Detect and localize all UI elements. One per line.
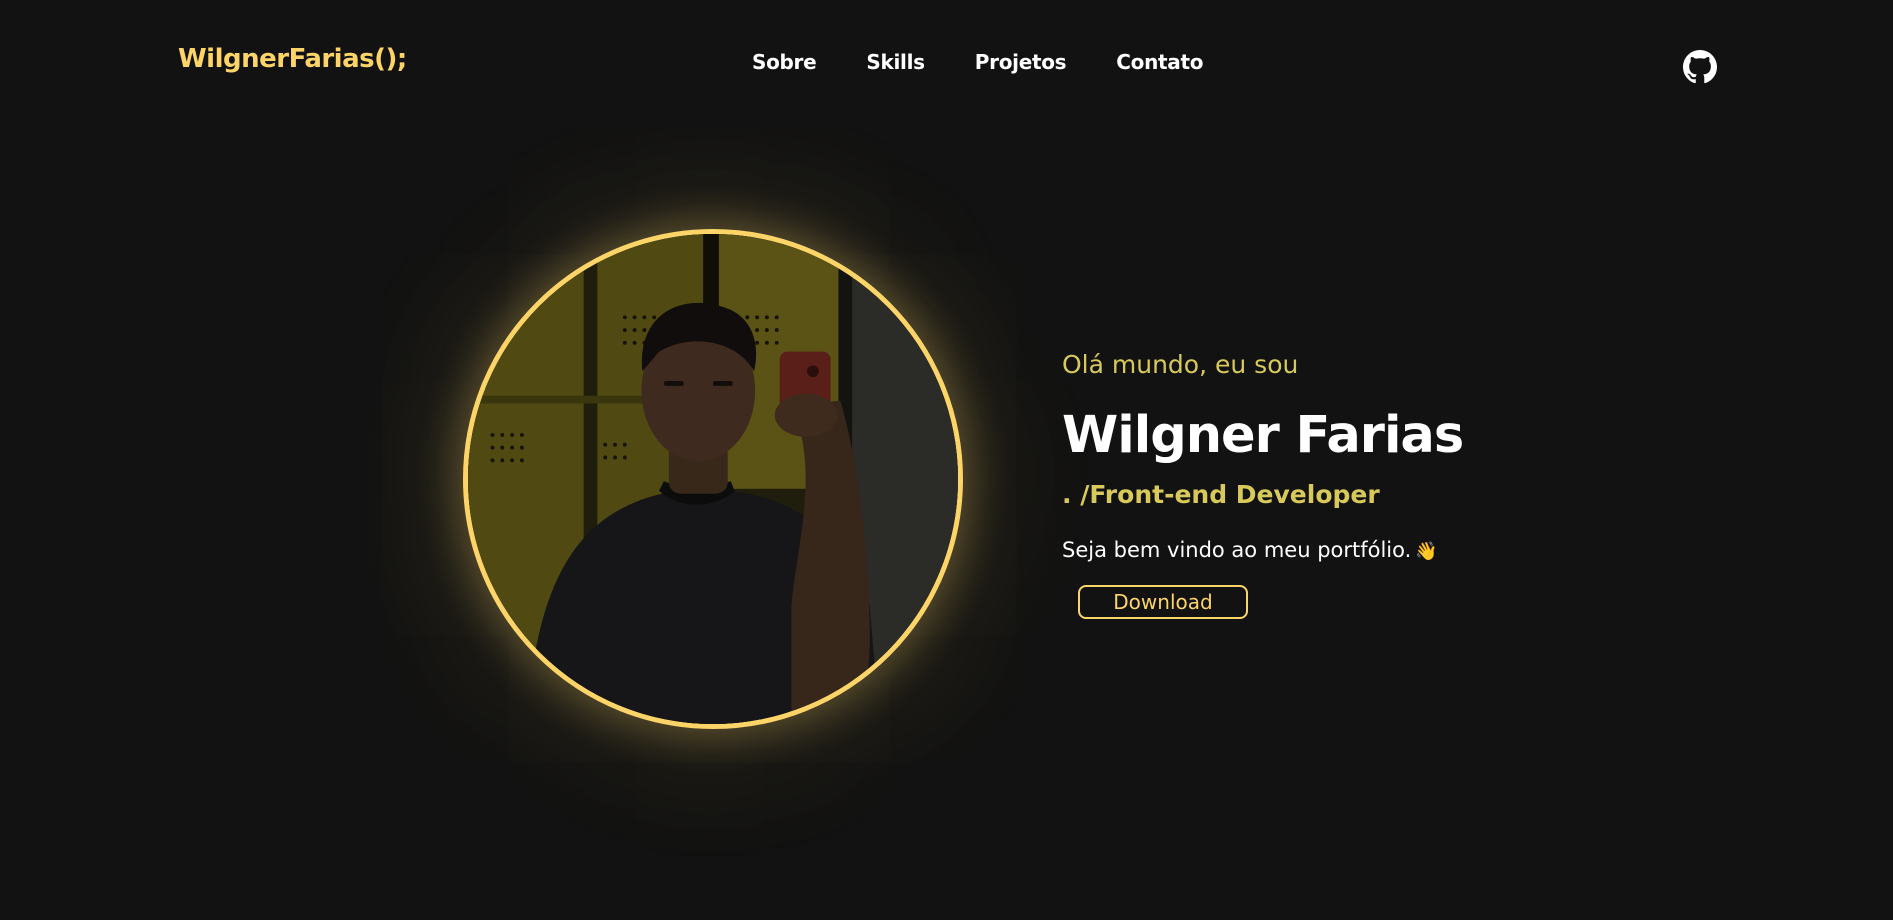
hero-greeting: Olá mundo, eu sou <box>1062 350 1299 379</box>
nav-link-projetos[interactable]: Projetos <box>975 50 1067 74</box>
page: WilgnerFarias(); Sobre Skills Projetos C… <box>0 0 1893 920</box>
github-icon[interactable] <box>1683 50 1717 84</box>
waving-hand-icon: 👋 <box>1415 541 1438 562</box>
welcome-message: Seja bem vindo ao meu portfólio. 👋 <box>1062 538 1438 562</box>
hero-name: Wilgner Farias <box>1062 406 1464 465</box>
nav-link-skills[interactable]: Skills <box>866 50 925 74</box>
nav-link-contato[interactable]: Contato <box>1116 50 1203 74</box>
profile-photo <box>463 229 963 729</box>
logo[interactable]: WilgnerFarias(); <box>178 44 407 74</box>
download-button[interactable]: Download <box>1078 585 1248 619</box>
nav-menu: Sobre Skills Projetos Contato <box>752 50 1204 74</box>
navbar: WilgnerFarias(); Sobre Skills Projetos C… <box>0 0 1893 124</box>
profile-photo-illustration <box>468 234 958 724</box>
welcome-text: Seja bem vindo ao meu portfólio. <box>1062 538 1412 562</box>
hero-role: . /Front-end Developer <box>1062 480 1380 509</box>
nav-link-sobre[interactable]: Sobre <box>752 50 817 74</box>
github-icon-glyph <box>1683 50 1717 84</box>
